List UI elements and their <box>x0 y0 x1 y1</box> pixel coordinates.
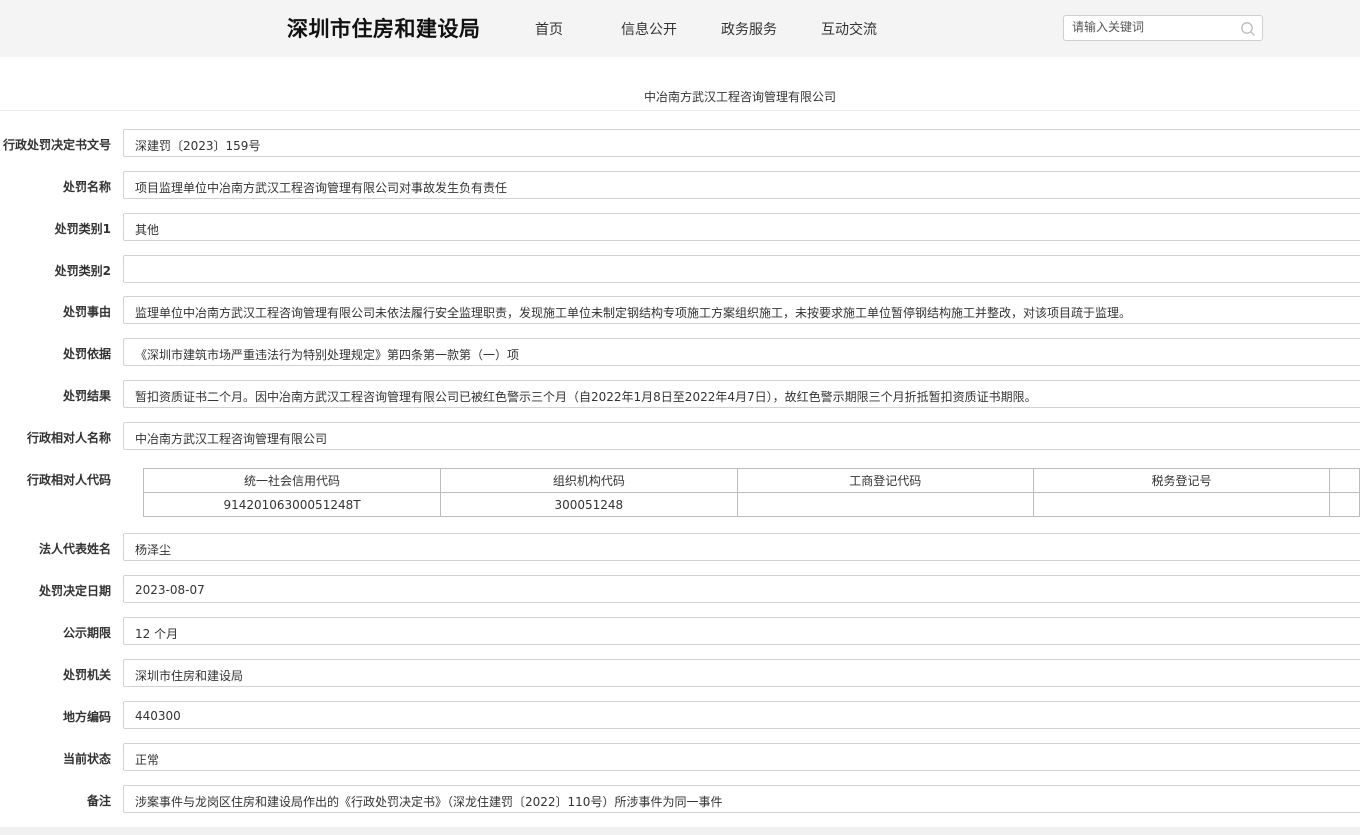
field-basis: 《深圳市建筑市场严重违法行为特别处理规定》第四条第一款第（一）项 <box>123 338 1360 366</box>
value-publicity-period: 12 个月 <box>135 627 179 641</box>
field-remark: 涉案事件与龙岗区住房和建设局作出的《行政处罚决定书》（深龙住建罚〔2022〕11… <box>123 785 1360 813</box>
cell-org-code: 300051248 <box>440 492 738 517</box>
header-business-reg-code: 工商登记代码 <box>736 468 1034 493</box>
field-region-code: 440300 <box>123 701 1360 729</box>
value-status: 正常 <box>135 753 160 767</box>
company-title: 中冶南方武汉工程咨询管理有限公司 <box>644 90 837 104</box>
party-code-table: 统一社会信用代码 组织机构代码 工商登记代码 税务登记号 91420106300… <box>142 468 1360 517</box>
table-row: 91420106300051248T 300051248 <box>142 492 1360 517</box>
label-penalty-name: 处罚名称 <box>62 180 111 194</box>
label-decision-date: 处罚决定日期 <box>38 584 111 598</box>
field-decision-date: 2023-08-07 <box>123 575 1360 603</box>
nav-interaction[interactable]: 互动交流 <box>821 19 877 39</box>
divider <box>0 110 1360 111</box>
cell-business-reg-code <box>736 492 1034 517</box>
header-extra-cell <box>1329 468 1360 493</box>
label-reason: 处罚事由 <box>62 305 111 319</box>
field-reason: 监理单位中冶南方武汉工程咨询管理有限公司未依法履行安全监理职责，发现施工单位未制… <box>123 296 1360 324</box>
label-basis: 处罚依据 <box>62 347 111 361</box>
footer-bar <box>0 827 1360 835</box>
value-category1: 其他 <box>135 223 160 237</box>
value-result: 暂扣资质证书二个月。因中冶南方武汉工程咨询管理有限公司已被红色警示三个月（自20… <box>135 390 1037 404</box>
label-party-code: 行政相对人代码 <box>26 473 111 487</box>
label-party-name: 行政相对人名称 <box>26 431 111 445</box>
field-category2 <box>123 255 1360 283</box>
cell-tax-reg-number <box>1032 492 1331 517</box>
field-doc-number: 深建罚〔2023〕159号 <box>123 129 1360 157</box>
value-remark: 涉案事件与龙岗区住房和建设局作出的《行政处罚决定书》（深龙住建罚〔2022〕11… <box>135 795 723 809</box>
search-box <box>1063 15 1263 41</box>
search-icon[interactable] <box>1240 21 1256 37</box>
label-publicity-period: 公示期限 <box>62 626 111 640</box>
value-decision-date: 2023-08-07 <box>135 583 205 597</box>
header-org-code: 组织机构代码 <box>440 468 738 493</box>
label-category1: 处罚类别1 <box>54 222 111 236</box>
nav-info-disclosure[interactable]: 信息公开 <box>621 19 677 39</box>
cell-credit-code: 91420106300051248T <box>142 492 442 517</box>
label-region-code: 地方编码 <box>62 710 111 724</box>
value-basis: 《深圳市建筑市场严重违法行为特别处理规定》第四条第一款第（一）项 <box>135 348 520 362</box>
field-category1: 其他 <box>123 213 1360 241</box>
label-doc-number: 行政处罚决定书文号 <box>2 138 111 152</box>
label-authority: 处罚机关 <box>62 668 111 682</box>
field-penalty-name: 项目监理单位中冶南方武汉工程咨询管理有限公司对事故发生负有责任 <box>123 171 1360 199</box>
label-result: 处罚结果 <box>62 389 111 403</box>
field-legal-rep: 杨泽尘 <box>123 533 1360 561</box>
nav-home[interactable]: 首页 <box>535 19 563 39</box>
field-publicity-period: 12 个月 <box>123 617 1360 645</box>
value-region-code: 440300 <box>135 709 181 723</box>
field-party-name: 中冶南方武汉工程咨询管理有限公司 <box>123 422 1360 450</box>
site-logo[interactable]: 深圳市住房和建设局 <box>287 13 481 43</box>
cell-extra <box>1329 492 1360 517</box>
header-credit-code: 统一社会信用代码 <box>142 468 442 493</box>
field-authority: 深圳市住房和建设局 <box>123 659 1360 687</box>
nav-gov-services[interactable]: 政务服务 <box>721 19 777 39</box>
value-penalty-name: 项目监理单位中冶南方武汉工程咨询管理有限公司对事故发生负有责任 <box>135 181 508 195</box>
field-status: 正常 <box>123 743 1360 771</box>
label-status: 当前状态 <box>62 752 111 766</box>
value-reason: 监理单位中冶南方武汉工程咨询管理有限公司未依法履行安全监理职责，发现施工单位未制… <box>135 306 1132 320</box>
value-legal-rep: 杨泽尘 <box>135 543 172 557</box>
field-result: 暂扣资质证书二个月。因中冶南方武汉工程咨询管理有限公司已被红色警示三个月（自20… <box>123 380 1360 408</box>
value-authority: 深圳市住房和建设局 <box>135 669 244 683</box>
label-legal-rep: 法人代表姓名 <box>38 542 111 556</box>
table-header-row: 统一社会信用代码 组织机构代码 工商登记代码 税务登记号 <box>142 468 1360 493</box>
label-remark: 备注 <box>86 794 111 808</box>
value-party-name: 中冶南方武汉工程咨询管理有限公司 <box>135 432 328 446</box>
label-category2: 处罚类别2 <box>54 264 111 278</box>
value-doc-number: 深建罚〔2023〕159号 <box>135 139 261 153</box>
header-tax-reg-number: 税务登记号 <box>1032 468 1331 493</box>
search-input[interactable] <box>1072 18 1232 36</box>
site-header: 深圳市住房和建设局 首页 信息公开 政务服务 互动交流 <box>0 0 1360 57</box>
